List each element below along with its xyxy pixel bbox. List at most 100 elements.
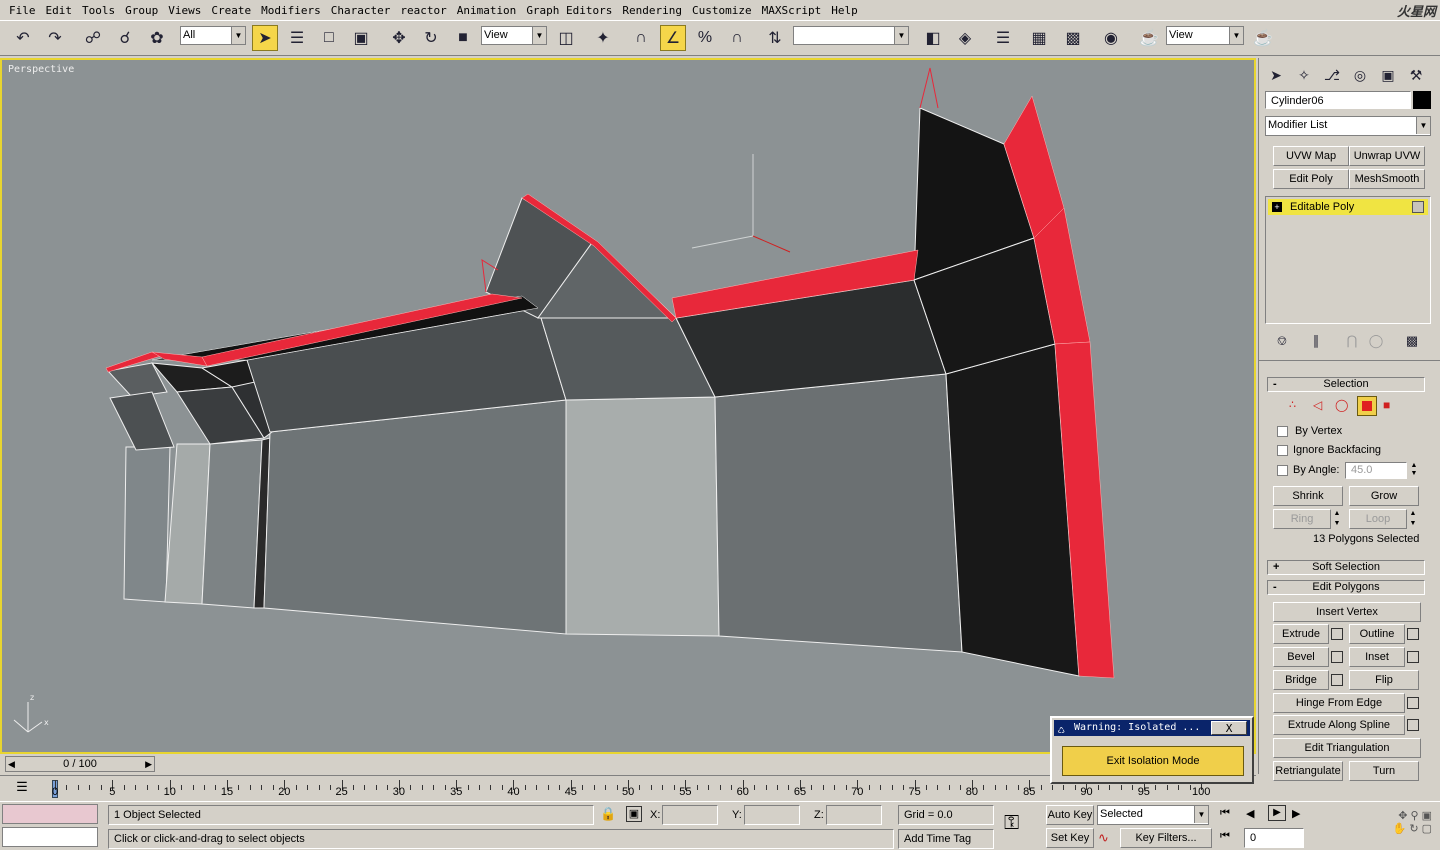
menu-edit[interactable]: Edit [41, 4, 78, 17]
dialog-titlebar[interactable]: ♺ Warning: Isolated ... X [1054, 720, 1250, 736]
exit-isolation-button[interactable]: Exit Isolation Mode [1062, 746, 1244, 776]
outline-button[interactable]: Outline [1349, 624, 1405, 644]
tangent-icon[interactable]: ∿ [1098, 830, 1109, 846]
motion-tab-icon[interactable]: ◎ [1347, 62, 1373, 88]
rect-region-icon[interactable]: □ [316, 25, 342, 51]
retriangulate-button[interactable]: Retriangulate [1273, 761, 1343, 781]
align-icon[interactable]: ◈ [952, 25, 978, 51]
menu-reactor[interactable]: reactor [395, 4, 451, 17]
render-type-dropdown[interactable]: View ▼ [1166, 26, 1244, 45]
loop-spinner-icon[interactable]: ▲ ▼ [1408, 509, 1418, 529]
pin-stack-icon[interactable]: ⎊ [1269, 328, 1295, 354]
menu-character[interactable]: Character [326, 4, 396, 17]
percent-snap-icon[interactable]: % [692, 25, 718, 51]
pivot-icon[interactable]: ◫ [553, 25, 579, 51]
snap-icon[interactable]: ∩ [628, 25, 654, 51]
play-icon[interactable]: ▶ [1268, 805, 1286, 821]
undo-icon[interactable]: ↶ [10, 25, 36, 51]
prev-key-icon[interactable]: ◀ [1246, 807, 1254, 820]
menu-rendering[interactable]: Rendering [617, 4, 687, 17]
border-mode-icon[interactable]: ◯ [1335, 398, 1349, 412]
unlink-icon[interactable]: ☌ [112, 25, 138, 51]
extrude-settings-icon[interactable] [1331, 628, 1343, 640]
bridge-settings-icon[interactable] [1331, 674, 1343, 686]
stack-item-editable-poly[interactable]: + Editable Poly [1268, 199, 1428, 215]
extrude-along-spline-button[interactable]: Extrude Along Spline [1273, 715, 1405, 735]
selection-rollout-header[interactable]: - Selection [1267, 377, 1425, 392]
select-tab-icon[interactable]: ➤ [1263, 62, 1289, 88]
spinner-arrows-icon[interactable]: ▲ ▼ [1409, 462, 1419, 479]
bridge-button[interactable]: Bridge [1273, 670, 1329, 690]
grow-button[interactable]: Grow [1349, 486, 1419, 506]
ring-button[interactable]: Ring [1273, 509, 1331, 529]
hinge-from-edge-button[interactable]: Hinge From Edge [1273, 693, 1405, 713]
key-icon[interactable]: ⚿ [1004, 812, 1019, 835]
next-frame-icon[interactable]: ▶ [145, 757, 152, 771]
add-time-tag-field[interactable]: Add Time Tag [898, 829, 994, 849]
key-filters-button[interactable]: Key Filters... [1120, 828, 1212, 848]
bevel-button[interactable]: Bevel [1273, 647, 1329, 667]
soft-selection-rollout-header[interactable]: + Soft Selection [1267, 560, 1425, 575]
utilities-tab-icon[interactable]: ⚒ [1403, 62, 1429, 88]
turn-button[interactable]: Turn [1349, 761, 1419, 781]
extrude-spline-settings-icon[interactable] [1407, 719, 1419, 731]
inset-settings-icon[interactable] [1407, 651, 1419, 663]
auto-key-button[interactable]: Auto Key [1046, 805, 1094, 825]
track-bar-menu-icon[interactable]: ☰ [12, 779, 32, 797]
edit-polygons-rollout-header[interactable]: - Edit Polygons [1267, 580, 1425, 595]
by-angle-checkbox[interactable] [1277, 465, 1288, 476]
time-slider[interactable]: ◀ 0 / 100 ▶ [5, 756, 155, 772]
x-coord-field[interactable] [662, 805, 718, 825]
menu-maxscript[interactable]: MAXScript [757, 4, 827, 17]
prev-frame-icon[interactable]: ◀ [8, 757, 15, 771]
next-key-icon[interactable]: ▶ [1292, 807, 1300, 820]
object-color-swatch[interactable] [1413, 91, 1431, 109]
close-button[interactable]: X [1211, 721, 1247, 735]
ref-coord-dropdown[interactable]: View ▼ [481, 26, 547, 45]
menu-tools[interactable]: Tools [77, 4, 120, 17]
selection-filter-dropdown[interactable]: All ▼ [180, 26, 246, 45]
hinge-settings-icon[interactable] [1407, 697, 1419, 709]
move-icon[interactable]: ✥ [386, 25, 412, 51]
bevel-settings-icon[interactable] [1331, 651, 1343, 663]
redo-icon[interactable]: ↷ [42, 25, 68, 51]
schematic-icon[interactable]: ▩ [1060, 25, 1086, 51]
window-crossing-icon[interactable]: ▣ [348, 25, 374, 51]
y-coord-field[interactable] [744, 805, 800, 825]
vertex-mode-icon[interactable]: ∴ [1289, 398, 1301, 411]
menu-customize[interactable]: Customize [687, 4, 757, 17]
named-selection-icon[interactable]: ⇅ [762, 25, 788, 51]
perspective-viewport[interactable]: Perspective z x [0, 58, 1256, 754]
outline-settings-icon[interactable] [1407, 628, 1419, 640]
teapot-icon[interactable]: ☕ [1250, 25, 1276, 51]
expand-icon[interactable]: + [1272, 202, 1282, 212]
absolute-mode-icon[interactable]: ▣ [626, 806, 642, 822]
angle-snap-icon[interactable]: ∠ [660, 25, 686, 51]
hierarchy-tab-icon[interactable]: ⎇ [1319, 62, 1345, 88]
maxscript-listener-white[interactable] [2, 827, 98, 847]
loop-button[interactable]: Loop [1349, 509, 1407, 529]
manipulate-icon[interactable]: ✦ [590, 25, 616, 51]
menu-create[interactable]: Create [206, 4, 256, 17]
remove-modifier-icon[interactable]: ◯ [1363, 328, 1389, 354]
select-by-name-icon[interactable]: ☰ [284, 25, 310, 51]
modifier-list-dropdown[interactable]: Modifier List ▼ [1265, 116, 1431, 136]
shrink-button[interactable]: Shrink [1273, 486, 1343, 506]
element-mode-icon[interactable]: ■ [1383, 398, 1397, 412]
named-selection-dropdown[interactable]: ▼ [793, 26, 909, 45]
extrude-button[interactable]: Extrude [1273, 624, 1329, 644]
by-vertex-checkbox[interactable] [1277, 426, 1288, 437]
viewport-nav-controls[interactable]: ✥ ⚲ ▣ ✋ ↻ ▢ [1342, 805, 1432, 845]
inset-button[interactable]: Inset [1349, 647, 1405, 667]
menu-animation[interactable]: Animation [452, 4, 522, 17]
set-key-button[interactable]: Set Key [1046, 828, 1094, 848]
menu-file[interactable]: File [4, 4, 41, 17]
modify-tab-icon[interactable]: ✧ [1291, 62, 1317, 88]
uvw-map-button[interactable]: UVW Map [1273, 146, 1349, 166]
key-mode-dropdown[interactable]: Selected ▼ [1097, 805, 1209, 825]
go-to-start-icon[interactable]: ⏮ [1220, 807, 1230, 820]
show-end-result-icon[interactable]: ∥ [1303, 328, 1329, 354]
unwrap-uvw-button[interactable]: Unwrap UVW [1349, 146, 1425, 166]
menu-modifiers[interactable]: Modifiers [256, 4, 326, 17]
spinner-snap-icon[interactable]: ∩ [724, 25, 750, 51]
